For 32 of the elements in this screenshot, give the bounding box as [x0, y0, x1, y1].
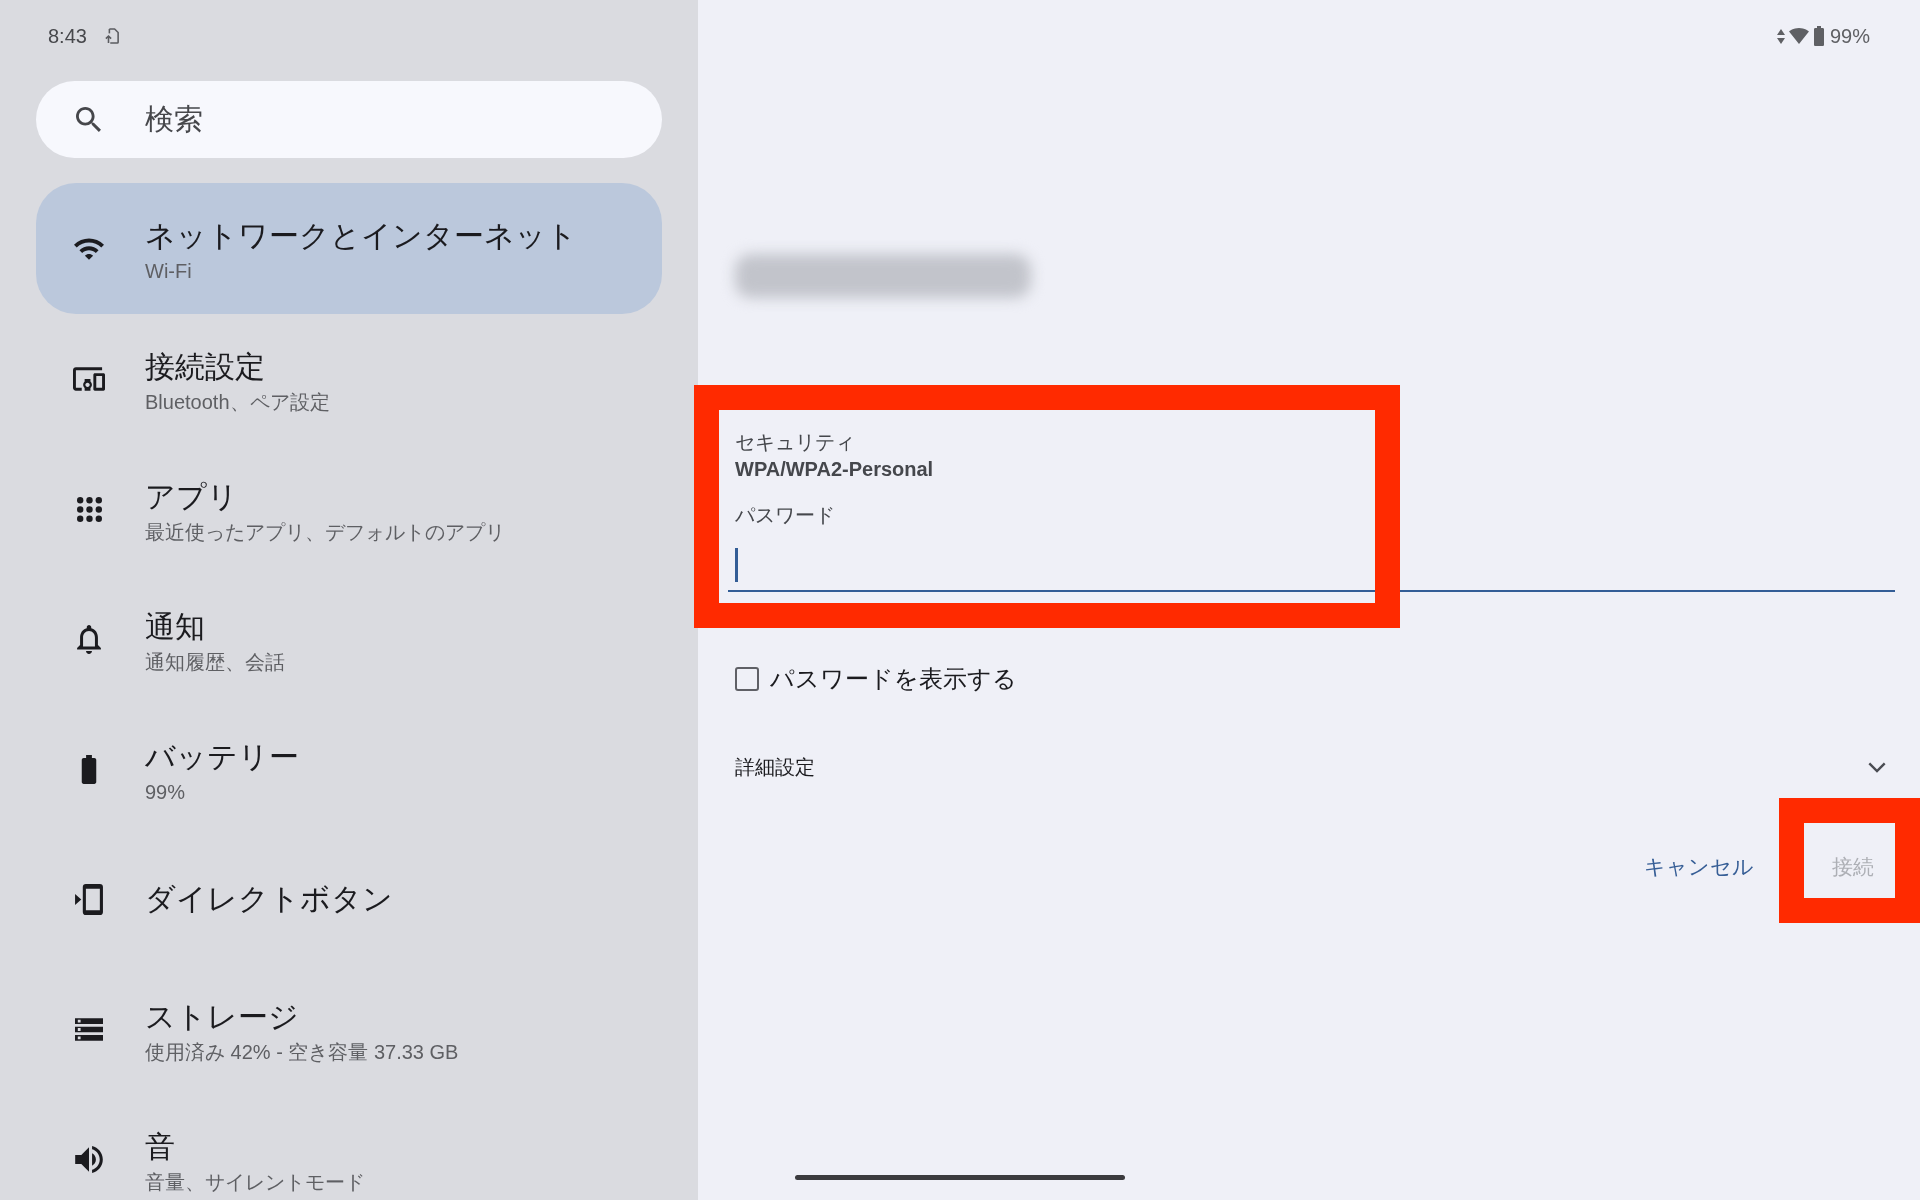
- search-icon: [76, 107, 101, 132]
- devices-icon: [73, 367, 105, 391]
- battery-percent: 99%: [1829, 24, 1870, 48]
- wifi-signal-icon: [1788, 28, 1809, 44]
- status-time: 8:43: [48, 24, 87, 48]
- search-bar[interactable]: 検索: [36, 81, 662, 158]
- checkbox-label: パスワードを表示する: [770, 664, 1017, 694]
- speaker-icon: [75, 1145, 103, 1173]
- password-label: パスワード: [735, 503, 835, 528]
- battery-icon: [81, 754, 97, 784]
- battery-level-icon: [1812, 26, 1825, 46]
- data-arrows-icon: [1776, 28, 1785, 44]
- phone-arrow-icon: [75, 883, 103, 915]
- checkbox[interactable]: [735, 667, 759, 691]
- search-field[interactable]: 検索: [145, 99, 632, 140]
- sidebar-item[interactable]: 音 音量、サイレントモード: [36, 1094, 662, 1200]
- security-value: WPA/WPA2-Personal: [735, 457, 934, 482]
- sidebar-item[interactable]: ネットワークとインターネット Wi-Fi: [36, 183, 662, 314]
- advanced-settings-row[interactable]: 詳細設定: [735, 743, 1895, 791]
- bell-icon: [77, 624, 101, 654]
- wifi-icon: [74, 237, 104, 260]
- dots-grid-icon: [76, 496, 102, 522]
- sidebar-item[interactable]: バッテリー 99%: [36, 704, 662, 834]
- sidebar-item[interactable]: アプリ 最近使ったアプリ、デフォルトのアプリ: [36, 444, 662, 574]
- page-arrow-icon: [104, 28, 119, 44]
- sidebar-item[interactable]: 接続設定 Bluetooth、ペア設定: [36, 314, 662, 444]
- sidebar-item[interactable]: 通知 通知履歴、会話: [36, 574, 662, 704]
- sidebar-item[interactable]: ストレージ 使用済み 42% - 空き容量 37.33 GB: [36, 964, 662, 1094]
- security-label: セキュリティ: [735, 430, 855, 455]
- sidebar-item[interactable]: ダイレクトボタン: [36, 834, 662, 964]
- dialog-button[interactable]: キャンセル: [1628, 841, 1770, 893]
- storage-icon: [75, 1017, 103, 1041]
